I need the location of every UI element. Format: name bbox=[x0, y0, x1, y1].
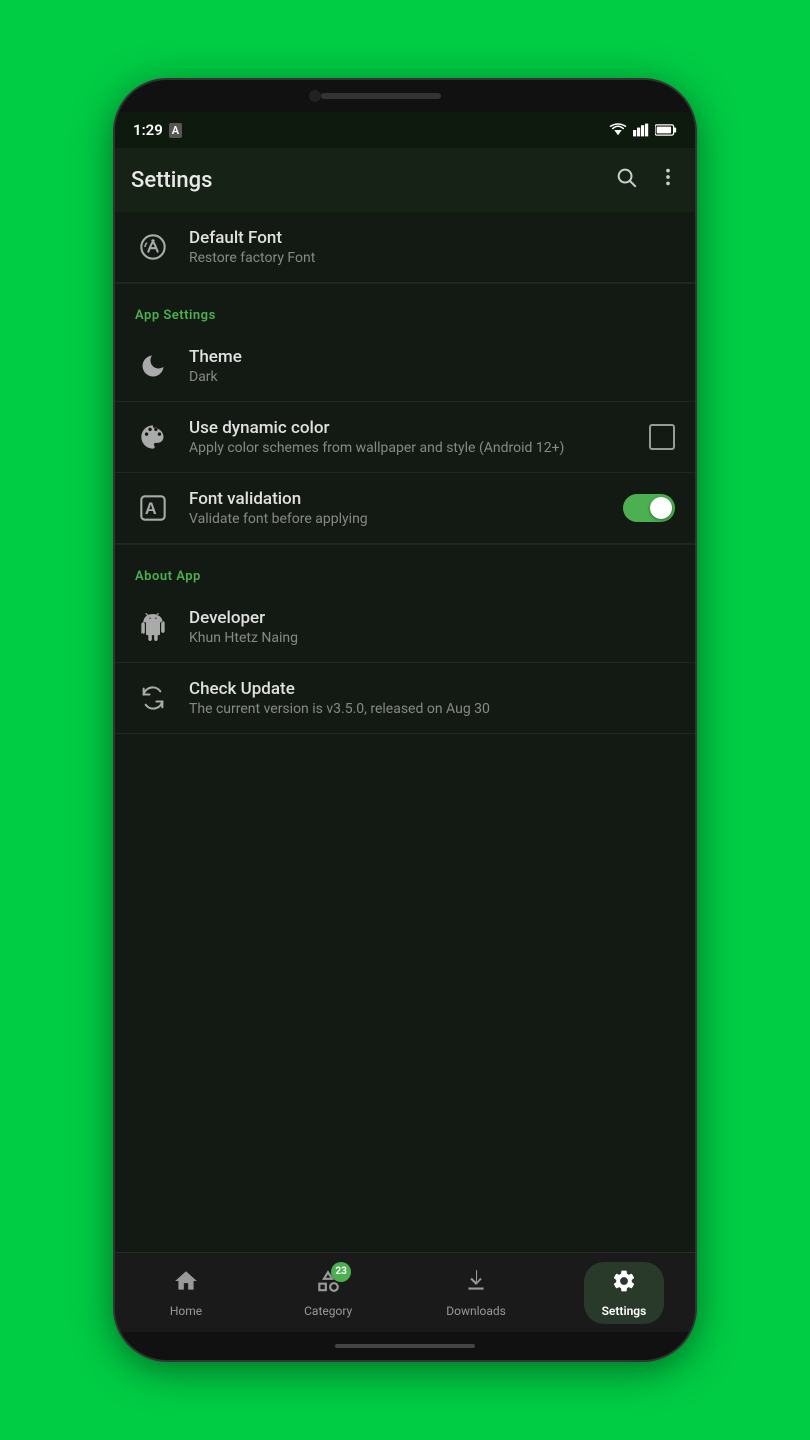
settings-item-dynamic-color[interactable]: Use dynamic color Apply color schemes fr… bbox=[115, 402, 695, 473]
check-update-text: Check Update The current version is v3.5… bbox=[189, 679, 675, 717]
nav-item-category[interactable]: 23 Category bbox=[288, 1262, 368, 1324]
nav-item-downloads[interactable]: Downloads bbox=[430, 1262, 522, 1324]
default-font-subtitle: Restore factory Font bbox=[189, 250, 675, 266]
section-about-app: About App bbox=[115, 545, 695, 592]
phone-top-bar bbox=[115, 80, 695, 112]
android-icon bbox=[135, 609, 171, 645]
font-validation-text: Font validation Validate font before app… bbox=[189, 489, 605, 527]
settings-icon bbox=[611, 1268, 637, 1300]
palette-icon bbox=[135, 419, 171, 455]
theme-title: Theme bbox=[189, 347, 675, 367]
moon-icon bbox=[135, 348, 171, 384]
category-label: Category bbox=[304, 1304, 352, 1318]
section-app-settings: App Settings bbox=[115, 284, 695, 331]
settings-item-developer[interactable]: Developer Khun Htetz Naing bbox=[115, 592, 695, 663]
camera bbox=[309, 90, 321, 102]
home-icon bbox=[173, 1268, 199, 1300]
speaker bbox=[321, 93, 441, 99]
nav-item-settings[interactable]: Settings bbox=[584, 1262, 664, 1324]
default-font-title: Default Font bbox=[189, 228, 675, 248]
theme-text: Theme Dark bbox=[189, 347, 675, 385]
nav-item-home[interactable]: Home bbox=[146, 1262, 226, 1324]
font-icon bbox=[135, 229, 171, 265]
settings-nav-label: Settings bbox=[602, 1304, 647, 1318]
dynamic-color-subtitle: Apply color schemes from wallpaper and s… bbox=[189, 440, 631, 456]
signal-icon bbox=[633, 123, 649, 137]
battery-icon bbox=[655, 123, 677, 137]
developer-title: Developer bbox=[189, 608, 675, 628]
time-display: 1:29 bbox=[133, 121, 163, 139]
dynamic-color-title: Use dynamic color bbox=[189, 418, 631, 438]
a-icon: A bbox=[169, 123, 182, 138]
default-font-text: Default Font Restore factory Font bbox=[189, 228, 675, 266]
developer-subtitle: Khun Htetz Naing bbox=[189, 630, 675, 646]
svg-text:A: A bbox=[145, 500, 157, 518]
bottom-nav: Home 23 Category Downloa bbox=[115, 1252, 695, 1332]
app-settings-label: App Settings bbox=[135, 308, 216, 323]
dynamic-color-checkbox[interactable] bbox=[649, 424, 675, 450]
downloads-label: Downloads bbox=[446, 1304, 506, 1318]
check-update-title: Check Update bbox=[189, 679, 675, 699]
dynamic-color-text: Use dynamic color Apply color schemes fr… bbox=[189, 418, 631, 456]
font-validation-subtitle: Validate font before applying bbox=[189, 511, 605, 527]
theme-subtitle: Dark bbox=[189, 369, 675, 385]
font-validation-toggle[interactable] bbox=[623, 494, 675, 522]
status-time: 1:29 A bbox=[133, 121, 182, 139]
font-validation-title: Font validation bbox=[189, 489, 605, 509]
more-icon[interactable] bbox=[657, 166, 679, 194]
font-a-icon: A bbox=[135, 490, 171, 526]
settings-item-default-font[interactable]: Default Font Restore factory Font bbox=[115, 212, 695, 283]
app-bar: Settings bbox=[115, 148, 695, 212]
app-bar-icons bbox=[615, 166, 679, 194]
status-bar: 1:29 A bbox=[115, 112, 695, 148]
check-update-subtitle: The current version is v3.5.0, released … bbox=[189, 701, 675, 717]
app-title: Settings bbox=[131, 168, 615, 193]
settings-item-font-validation[interactable]: A Font validation Validate font before a… bbox=[115, 473, 695, 544]
downloads-icon bbox=[463, 1268, 489, 1300]
home-indicator bbox=[115, 1332, 695, 1360]
wifi-icon bbox=[609, 123, 627, 137]
settings-item-check-update[interactable]: Check Update The current version is v3.5… bbox=[115, 663, 695, 734]
category-badge: 23 bbox=[331, 1262, 351, 1282]
toggle-knob bbox=[650, 497, 672, 519]
status-icons bbox=[609, 123, 677, 137]
home-label: Home bbox=[170, 1304, 202, 1318]
home-bar bbox=[335, 1344, 475, 1348]
settings-item-theme[interactable]: Theme Dark bbox=[115, 331, 695, 402]
screen: 1:29 A bbox=[115, 112, 695, 1332]
category-icon: 23 bbox=[315, 1268, 341, 1300]
about-app-label: About App bbox=[135, 569, 201, 584]
developer-text: Developer Khun Htetz Naing bbox=[189, 608, 675, 646]
phone-device: 1:29 A bbox=[115, 80, 695, 1360]
search-icon[interactable] bbox=[615, 166, 637, 194]
update-icon bbox=[135, 680, 171, 716]
settings-list: Default Font Restore factory Font App Se… bbox=[115, 212, 695, 1252]
